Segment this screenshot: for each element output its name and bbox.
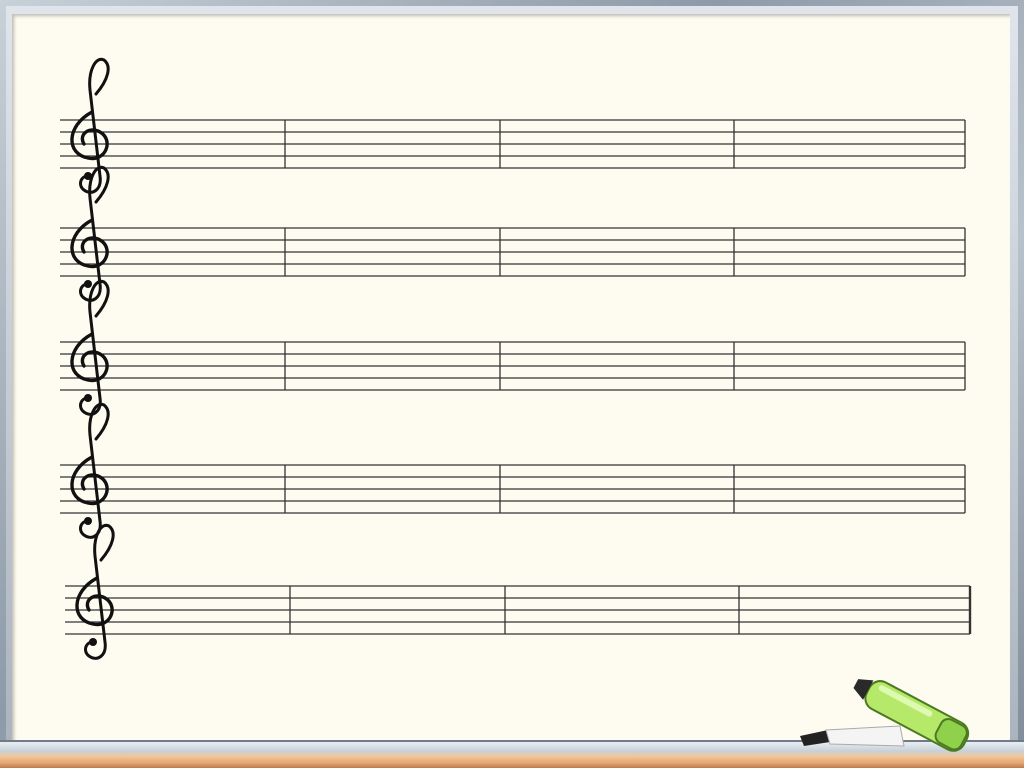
treble-clef-icon (75, 523, 115, 661)
treble-clef-icon (70, 57, 110, 195)
music-staff (60, 165, 966, 303)
green-highlighter-marker-icon (800, 679, 970, 752)
music-staff (60, 279, 966, 417)
music-staff-sheet (60, 57, 972, 661)
treble-clef-icon (70, 402, 110, 540)
music-staff (60, 402, 966, 540)
treble-clef-icon (70, 279, 110, 417)
music-staff (60, 57, 966, 195)
music-staff (65, 523, 972, 661)
